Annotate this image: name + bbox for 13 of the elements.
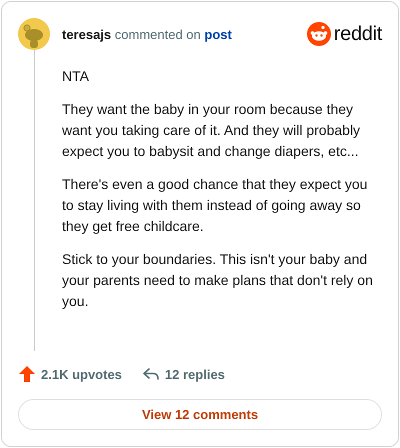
reply-count: 12 replies: [164, 366, 225, 382]
comment-paragraph: NTA: [62, 67, 90, 86]
comment-paragraph: Stick to your boundaries. This isn't your baby and your parents need to make plans that don't rely on you.: [62, 250, 374, 311]
comment-byline: teresajs commented on post: [62, 26, 232, 42]
brand-logo: reddit: [334, 22, 382, 46]
comment-paragraph: They want the baby in your room because they want you taking care of it. And they will probably expect you to babysit and change diapers, etc...: [62, 100, 362, 161]
snoo-icon: [306, 22, 331, 46]
comment-paragraph: There's even a good chance that they expect you to stay living with them instead of going away so they get free childcare.: [62, 175, 368, 236]
avatar-icon: [18, 18, 50, 50]
upvote-icon[interactable]: [18, 365, 36, 383]
post-link[interactable]: post: [204, 26, 232, 42]
upvote-count: 2.1K upvotes: [41, 366, 122, 382]
view-comments-button[interactable]: View 12 comments: [18, 399, 382, 430]
